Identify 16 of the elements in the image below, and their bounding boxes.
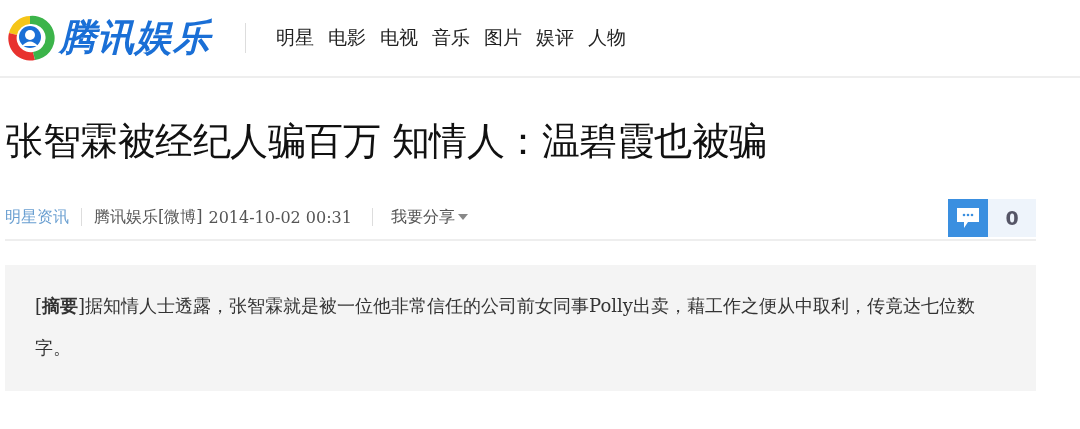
article-title: 张智霖被经纪人骗百万 知情人：温碧霞也被骗 — [5, 118, 768, 165]
nav-link[interactable]: 电影 — [328, 23, 366, 53]
nav-link[interactable]: 人物 — [588, 23, 626, 53]
nav-link[interactable]: 明星 — [276, 23, 314, 53]
nav-link[interactable]: 图片 — [484, 23, 522, 53]
publish-time: 2014-10-02 00:31 — [208, 207, 352, 227]
logo-text[interactable]: 腾讯娱乐 — [59, 13, 211, 63]
nav-link[interactable]: 电视 — [380, 23, 418, 53]
summary-text: [摘要]据知情人士透露，张智霖就是被一位他非常信任的公司前女同事Polly出卖，藉工作之便从中取利，传竟达七位数字。 — [35, 294, 976, 360]
comment-button[interactable]: 0 — [948, 199, 1036, 237]
nav-link[interactable]: 音乐 — [432, 23, 470, 53]
source-text: 腾讯娱乐[微博] — [94, 206, 203, 228]
nav-link[interactable]: 娱评 — [536, 23, 574, 53]
logo-icon — [5, 13, 55, 63]
comment-icon — [956, 207, 980, 229]
share-dropdown[interactable]: 我要分享 — [390, 206, 468, 228]
